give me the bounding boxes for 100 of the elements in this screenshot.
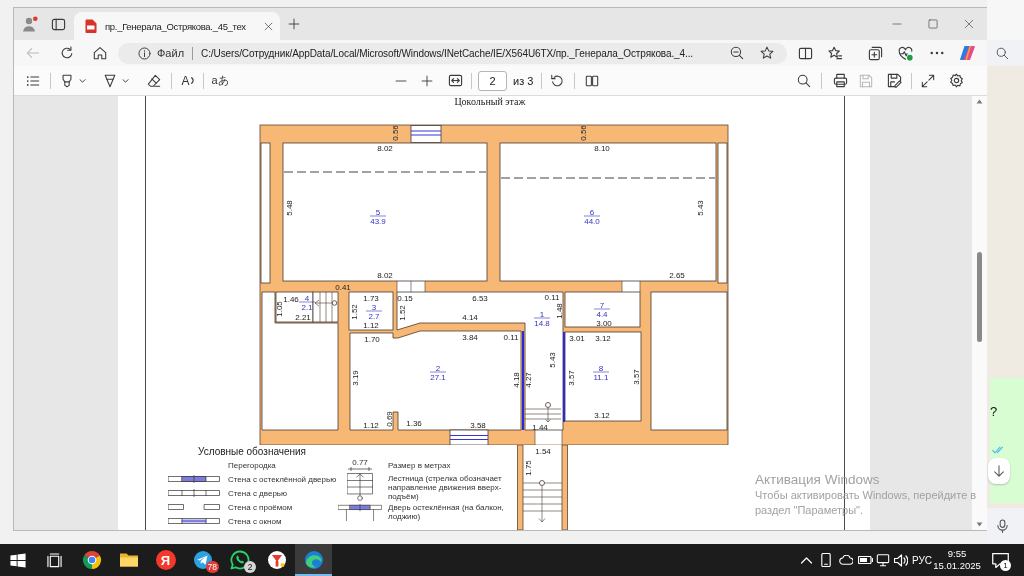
- close-icon: [964, 19, 974, 29]
- balcony-door-icon: [338, 503, 382, 521]
- search-icon: [996, 46, 1009, 60]
- address-field[interactable]: Файл C:/Users/Сотрудник/AppData/Local/Microsoft/Windows/INetCache/IE/X564U6TX/пр._Генерала_Острякова._4...: [118, 42, 787, 64]
- dimension-label: 0.11: [544, 292, 560, 302]
- microphone-button[interactable]: [996, 519, 1009, 533]
- read-aloud-button[interactable]: A: [177, 68, 199, 93]
- legend-label: Стена с остеклённой дверью: [228, 474, 337, 484]
- site-info-button[interactable]: Файл: [138, 44, 185, 62]
- chevron-up-icon: [801, 556, 812, 564]
- room-label: 2 27.1: [429, 363, 447, 382]
- dimension-label: 0.11: [503, 332, 519, 342]
- wave-logo-icon: [303, 550, 324, 570]
- notification-count: 1: [1000, 560, 1011, 571]
- floppy-disk-icon: [859, 73, 873, 88]
- cloud-icon: [839, 555, 853, 565]
- back-arrow-icon: [26, 46, 40, 60]
- taskbar-app-button[interactable]: 78: [184, 544, 221, 576]
- floppy-pen-icon: [886, 73, 902, 88]
- stairs-icon: [347, 473, 373, 501]
- dimension-label: 0.56: [390, 125, 400, 141]
- page-count: из 3: [513, 74, 535, 87]
- legend-label: Стена с дверью: [228, 488, 287, 498]
- browser-tab[interactable]: пр._Генерала_Острякова._45_тех: [74, 12, 280, 40]
- two-page-icon: [585, 73, 599, 88]
- legend-label: Дверь остеклённая (на балкон, лоджию): [388, 503, 505, 521]
- dimension-label: 1.44: [532, 422, 548, 432]
- language-button[interactable]: РУС: [910, 544, 934, 576]
- dimension-label: 8.02: [377, 270, 393, 280]
- legend-label: Лестница (стрелка обозначает направление движения вверх-подъём): [388, 473, 503, 501]
- scroll-down-icon: [976, 522, 983, 527]
- speaker-icon: [894, 553, 908, 567]
- round-logo-icon: [266, 550, 287, 570]
- profile-avatar-icon: [22, 16, 38, 32]
- dimension-label: 1.46: [283, 294, 299, 304]
- more-icon: [930, 51, 944, 55]
- page-number-field[interactable]: 2: [478, 70, 507, 91]
- legend-label: Стена с проёмом: [228, 502, 293, 512]
- floor-title: Цокольный этаж: [454, 96, 526, 108]
- dimension-sample: 0.77: [352, 459, 368, 467]
- legend-label: Перегородка: [228, 460, 276, 470]
- message-icon: [991, 552, 1009, 568]
- dimension-label: 3.57: [566, 370, 576, 386]
- dimension-label: 0.41: [335, 282, 351, 292]
- dimension-label: 1.54: [535, 446, 551, 456]
- dimension-label: 1.12: [363, 420, 379, 430]
- clock-button[interactable]: 9:55 15.01.2025: [934, 544, 980, 576]
- minimize-icon: [892, 23, 902, 25]
- translate-button[interactable]: aあ: [208, 68, 232, 93]
- room-label: 1 14.8: [533, 309, 551, 328]
- room-label: 5 43.9: [369, 207, 387, 226]
- dimension-label: 3.12: [595, 333, 611, 343]
- legend-title: Условные обозначения: [198, 446, 307, 458]
- microphone-icon: [996, 519, 1009, 533]
- staircase-drawing: [524, 402, 562, 423]
- dimension-label: 3.01: [569, 333, 585, 343]
- taskbar-app-button[interactable]: Я: [147, 544, 184, 576]
- rotate-icon: [550, 73, 564, 88]
- dimension-label: 0.69: [384, 411, 394, 427]
- taskbar-app-button[interactable]: 2: [221, 544, 258, 576]
- dimension-label: 0.56: [578, 125, 588, 141]
- printer-icon: [832, 73, 848, 88]
- legend-label: Размер в метрах: [388, 460, 452, 470]
- scroll-up-icon: [976, 99, 983, 104]
- dimension-label: 5.48: [284, 200, 294, 216]
- split-screen-icon: [797, 45, 813, 61]
- tab-panel-icon: [50, 16, 66, 32]
- dimension-label: 2.65: [669, 270, 685, 280]
- letter-logo: Я: [155, 550, 176, 570]
- room-outline: [275, 291, 314, 323]
- dimension-label: 3.58: [470, 420, 486, 430]
- notifications-button[interactable]: 1: [980, 544, 1020, 576]
- legend-label: Стена с окном: [228, 516, 282, 526]
- dimension-label: 3.57: [631, 369, 641, 385]
- wall-opening-icon: [168, 503, 220, 511]
- dimension-label: 1.52: [349, 304, 359, 320]
- door-wall-icon: [168, 489, 220, 497]
- scrollbar-thumb[interactable]: [977, 252, 982, 342]
- heart-pulse-icon: [897, 45, 913, 61]
- minus-icon: [395, 79, 407, 82]
- dimension-label: 3.00: [596, 318, 612, 328]
- pen-icon: [103, 73, 117, 88]
- expand-icon: [921, 73, 935, 88]
- dimension-label: 4.18: [511, 372, 521, 388]
- dimension-line-icon: [348, 467, 372, 471]
- dimension-label: 4.14: [462, 312, 478, 322]
- refresh-icon: [60, 46, 74, 60]
- dimension-label: 4.27: [523, 372, 533, 388]
- maximize-icon: [928, 19, 938, 29]
- chat-search-button[interactable]: [996, 46, 1009, 60]
- dimension-label: 8.02: [377, 143, 393, 153]
- staircase-drawing: [312, 291, 339, 323]
- dimension-label: 0.15: [397, 293, 413, 303]
- room-label: 4 2.1: [298, 293, 316, 312]
- window-symbol: [410, 125, 442, 143]
- device-icon: [820, 553, 832, 567]
- dimension-label: 6.53: [472, 293, 488, 303]
- fit-width-icon: [447, 73, 463, 88]
- dimension-label: 1.36: [406, 418, 422, 428]
- home-icon: [93, 46, 107, 60]
